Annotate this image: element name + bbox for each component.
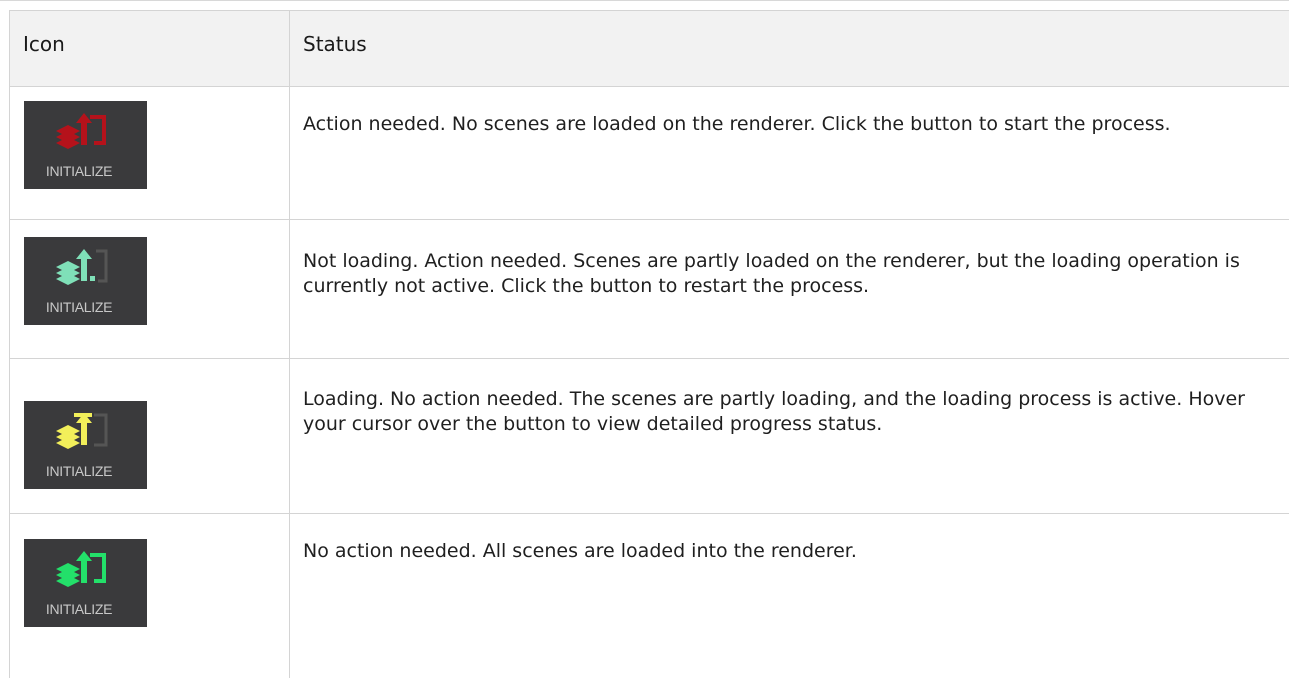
initialize-green-icon <box>56 551 106 587</box>
table-top-border <box>9 10 1289 11</box>
initialize-label: INITIALIZE <box>45 463 113 479</box>
status-description: No action needed. All scenes are loaded … <box>303 540 857 562</box>
initialize-red-button[interactable]: INITIALIZE <box>24 101 147 189</box>
header-icon-column: Icon <box>23 32 65 56</box>
row-divider <box>9 513 1289 514</box>
table-left-border <box>9 10 10 678</box>
row-divider <box>9 219 1289 220</box>
header-status-column: Status <box>303 32 367 56</box>
status-description: Not loading. Action needed. Scenes are p… <box>303 250 1240 297</box>
initialize-yellow-icon <box>56 413 108 449</box>
initialize-red-icon <box>56 113 106 149</box>
column-divider <box>289 10 290 678</box>
initialize-label: INITIALIZE <box>45 299 113 315</box>
table-header <box>9 10 1289 87</box>
status-description: Loading. No action needed. The scenes ar… <box>303 388 1245 435</box>
initialize-label: INITIALIZE <box>45 163 113 179</box>
status-description: Action needed. No scenes are loaded on t… <box>303 113 1171 135</box>
initialize-yellow-button[interactable]: INITIALIZE <box>24 401 147 489</box>
initialize-teal-icon <box>56 249 108 285</box>
initialize-teal-button[interactable]: INITIALIZE <box>24 237 147 325</box>
initialize-green-button[interactable]: INITIALIZE <box>24 539 147 627</box>
row-divider <box>9 358 1289 359</box>
status-table: Icon Status INITIALIZE Action needed. No… <box>0 0 1289 678</box>
initialize-label: INITIALIZE <box>45 601 113 617</box>
